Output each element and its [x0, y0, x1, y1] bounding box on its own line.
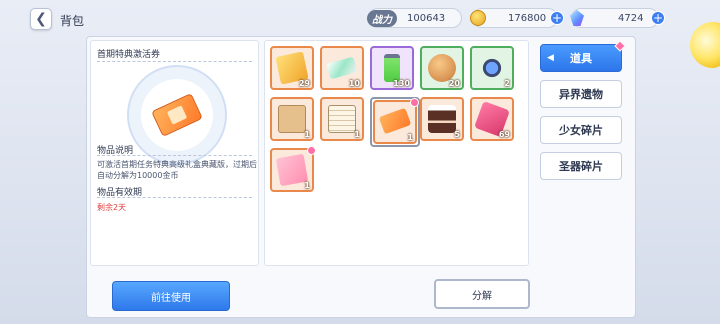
- add-gem-button[interactable]: +: [651, 11, 665, 25]
- divider: [97, 197, 252, 198]
- desc-text: 可激活首期任务特典高级礼盒典藏版，过期后自动分解为10000金币: [97, 160, 257, 180]
- divider: [97, 155, 252, 156]
- decompose-button[interactable]: 分解: [434, 279, 530, 309]
- chevron-left-icon: ❮: [35, 11, 47, 27]
- power-display: 战力 100643: [367, 8, 462, 28]
- item-slot[interactable]: 1: [270, 144, 318, 192]
- gem-icon: [570, 10, 584, 26]
- item-slot[interactable]: 1: [320, 97, 364, 141]
- gem-value: 4724: [618, 12, 644, 24]
- brown-envelope-icon: [278, 105, 306, 133]
- back-button[interactable]: ❮: [30, 8, 52, 30]
- item-slot[interactable]: 5: [420, 97, 464, 141]
- gem-display: 4724 +: [570, 8, 665, 28]
- item-slot[interactable]: 69: [470, 97, 514, 141]
- activation-ticket-icon: [378, 107, 412, 135]
- item-slot[interactable]: 130: [370, 46, 414, 90]
- tab-items[interactable]: ◀ 道具: [540, 40, 626, 72]
- tab-relics[interactable]: 异界遗物: [540, 80, 622, 108]
- power-value: 100643: [407, 12, 446, 24]
- gold-display: 176800 +: [470, 8, 564, 28]
- item-slot-selected[interactable]: 1: [373, 96, 421, 144]
- tab-artifact-shards[interactable]: 圣器碎片: [540, 152, 622, 180]
- glow-orb-icon: [690, 22, 720, 68]
- add-gold-button[interactable]: +: [550, 11, 564, 25]
- page-title: 背包: [60, 14, 85, 28]
- gold-value: 176800: [508, 12, 547, 24]
- coin-stack-icon: [428, 54, 456, 82]
- power-label: 战力: [367, 9, 397, 27]
- item-detail-pane: 首期特典激活券 物品说明 可激活首期任务特典高级礼盒典藏版，过期后自动分解为10…: [90, 40, 259, 266]
- item-slot[interactable]: 20: [420, 46, 464, 90]
- cake-icon: [428, 105, 456, 133]
- battery-icon: [384, 54, 400, 82]
- remaining-time: 剩余2天: [97, 203, 127, 212]
- gold-coin-icon: [470, 10, 486, 26]
- drone-icon: [478, 54, 506, 82]
- go-use-button[interactable]: 前往使用: [112, 281, 230, 311]
- item-slot[interactable]: 29: [270, 46, 314, 90]
- item-name: 首期特典激活券: [97, 50, 161, 60]
- document-icon: [328, 105, 356, 133]
- item-slot[interactable]: 1: [270, 97, 314, 141]
- ticket-icon: [326, 56, 358, 80]
- divider: [97, 61, 252, 62]
- item-slot[interactable]: 2: [470, 46, 514, 90]
- tab-girl-shards[interactable]: 少女碎片: [540, 116, 622, 144]
- caret-left-icon: ◀: [547, 53, 554, 63]
- item-slot[interactable]: 10: [320, 46, 364, 90]
